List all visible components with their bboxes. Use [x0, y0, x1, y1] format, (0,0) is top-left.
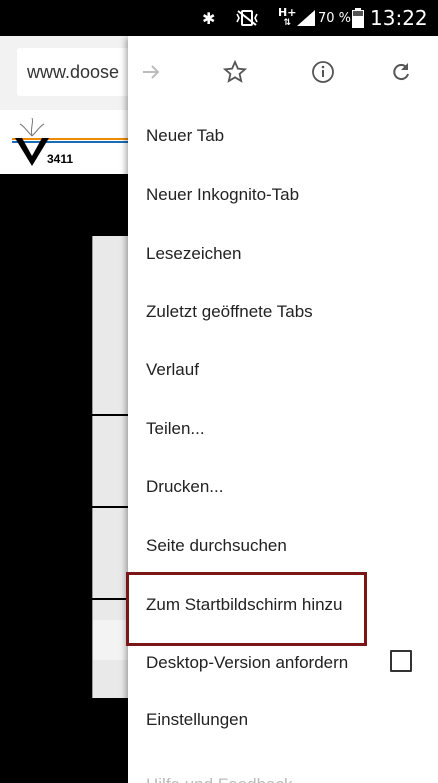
menu-item-label: Einstellungen — [146, 710, 249, 729]
menu-item-label: Zuletzt geöffnete Tabs — [146, 302, 313, 321]
menu-item-settings[interactable]: Einstellungen — [146, 691, 426, 749]
signal-icon — [296, 0, 316, 36]
menu-item-bookmarks[interactable]: Lesezeichen — [146, 225, 426, 283]
data-arrows-icon: ⇅ — [283, 18, 291, 28]
menu-item-new-tab[interactable]: Neuer Tab — [146, 107, 426, 165]
menu-item-label: Teilen... — [146, 419, 205, 438]
desktop-site-checkbox[interactable] — [390, 650, 412, 672]
menu-item-print[interactable]: Drucken... — [146, 458, 426, 516]
menu-item-recent-tabs[interactable]: Zuletzt geöffnete Tabs — [146, 283, 426, 341]
status-bar: ✱ H+ ⇅ 70 % 13:22 — [0, 0, 438, 36]
bluetooth-icon: ✱ — [202, 8, 216, 28]
menu-item-new-incognito-tab[interactable]: Neuer Inkognito-Tab — [146, 166, 426, 224]
menu-item-label: Neuer Tab — [146, 126, 225, 145]
bookmark-star-icon[interactable] — [212, 49, 258, 95]
menu-item-label: Hilfe und Feedback — [146, 775, 292, 783]
info-icon[interactable] — [300, 49, 346, 95]
menu-item-label: Verlauf — [146, 360, 199, 379]
forward-arrow-icon[interactable] — [128, 49, 174, 95]
network-type-indicator: H+ ⇅ — [278, 0, 296, 36]
reload-icon[interactable] — [378, 49, 424, 95]
page-panel-2[interactable] — [92, 416, 129, 506]
clock: 13:22 — [370, 6, 428, 30]
menu-icon-row — [128, 36, 438, 110]
logo-number: 3411 — [47, 152, 74, 166]
menu-item-label: Seite durchsuchen — [146, 536, 287, 555]
browser-overflow-menu: Neuer Tab Neuer Inkognito-Tab Lesezeiche… — [128, 36, 438, 783]
menu-item-help-feedback[interactable]: Hilfe und Feedback — [146, 756, 426, 783]
menu-item-add-to-homescreen[interactable]: Zum Startbildschirm hinzu — [146, 576, 426, 634]
vibrate-mute-icon — [234, 0, 260, 36]
network-type-label: H+ — [278, 6, 297, 19]
menu-item-label: Drucken... — [146, 477, 224, 496]
page-panel-3[interactable] — [92, 508, 129, 598]
page-panel-1[interactable] — [92, 236, 129, 414]
battery-percent: 70 % — [318, 10, 352, 26]
menu-item-history[interactable]: Verlauf — [146, 341, 426, 399]
page-panel-5[interactable] — [92, 620, 129, 660]
menu-item-label: Desktop-Version anfordern — [146, 653, 349, 672]
menu-item-find-in-page[interactable]: Seite durchsuchen — [146, 517, 426, 575]
url-text: www.doose — [27, 61, 120, 82]
menu-item-request-desktop-site[interactable]: Desktop-Version anfordern — [146, 634, 426, 692]
menu-item-label: Zum Startbildschirm hinzu — [146, 595, 343, 614]
battery-icon — [351, 0, 365, 36]
menu-item-label: Neuer Inkognito-Tab — [146, 185, 300, 204]
menu-item-share[interactable]: Teilen... — [146, 400, 426, 458]
menu-item-label: Lesezeichen — [146, 244, 242, 263]
